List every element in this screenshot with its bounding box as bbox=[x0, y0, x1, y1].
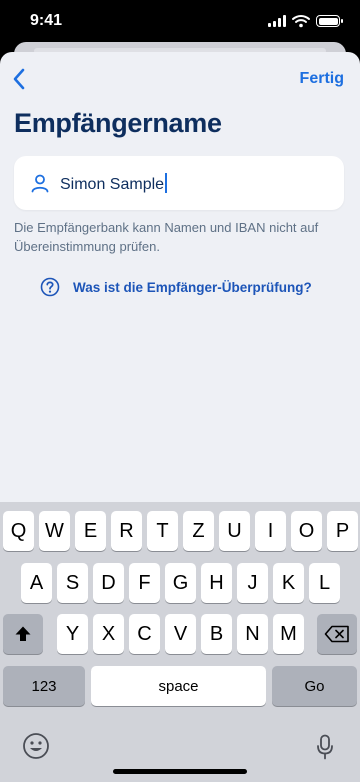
text-cursor bbox=[165, 172, 168, 193]
key-f[interactable]: F bbox=[129, 563, 160, 603]
status-icons bbox=[268, 14, 343, 28]
recipient-name-input[interactable]: Simon Sample bbox=[14, 156, 344, 210]
key-t[interactable]: T bbox=[147, 511, 178, 551]
key-l[interactable]: L bbox=[309, 563, 340, 603]
go-key[interactable]: Go bbox=[272, 666, 357, 706]
key-y[interactable]: Y bbox=[57, 614, 88, 654]
chevron-left-icon bbox=[13, 68, 25, 90]
key-s[interactable]: S bbox=[57, 563, 88, 603]
key-e[interactable]: E bbox=[75, 511, 106, 551]
shift-arrow-icon bbox=[15, 626, 31, 641]
key-b[interactable]: B bbox=[201, 614, 232, 654]
key-v[interactable]: V bbox=[165, 614, 196, 654]
done-button[interactable]: Fertig bbox=[300, 70, 344, 88]
input-value: Simon Sample bbox=[60, 172, 168, 194]
question-circle-icon bbox=[40, 277, 60, 297]
cellular-signal-icon bbox=[268, 15, 286, 27]
key-k[interactable]: K bbox=[273, 563, 304, 603]
back-button[interactable] bbox=[4, 60, 34, 98]
numbers-key[interactable]: 123 bbox=[3, 666, 85, 706]
key-i[interactable]: I bbox=[255, 511, 286, 551]
delete-backward-icon bbox=[324, 625, 349, 643]
key-z[interactable]: Z bbox=[183, 511, 214, 551]
key-h[interactable]: H bbox=[201, 563, 232, 603]
page-title: Empfängername bbox=[14, 108, 222, 138]
microphone-icon[interactable] bbox=[316, 734, 334, 760]
key-n[interactable]: N bbox=[237, 614, 268, 654]
key-q[interactable]: Q bbox=[3, 511, 34, 551]
shift-key[interactable] bbox=[3, 614, 43, 654]
key-d[interactable]: D bbox=[93, 563, 124, 603]
backspace-key[interactable] bbox=[317, 614, 357, 654]
key-p[interactable]: P bbox=[327, 511, 358, 551]
key-m[interactable]: M bbox=[273, 614, 304, 654]
key-c[interactable]: C bbox=[129, 614, 160, 654]
emoji-icon[interactable] bbox=[22, 732, 50, 760]
home-indicator bbox=[113, 769, 247, 774]
key-o[interactable]: O bbox=[291, 511, 322, 551]
wifi-icon bbox=[292, 15, 310, 28]
help-link-label: Was ist die Empfänger-Überprüfung? bbox=[73, 279, 312, 295]
keyboard: Q W E R T Z U I O P A S D F G H J K L Y … bbox=[0, 502, 360, 782]
key-w[interactable]: W bbox=[39, 511, 70, 551]
key-j[interactable]: J bbox=[237, 563, 268, 603]
status-time: 9:41 bbox=[30, 12, 63, 29]
key-x[interactable]: X bbox=[93, 614, 124, 654]
key-r[interactable]: R bbox=[111, 511, 142, 551]
key-g[interactable]: G bbox=[165, 563, 196, 603]
battery-icon bbox=[316, 15, 343, 27]
person-icon bbox=[31, 174, 49, 193]
space-key[interactable]: space bbox=[91, 666, 266, 706]
key-a[interactable]: A bbox=[21, 563, 52, 603]
recipient-verification-help-link[interactable]: Was ist die Empfänger-Überprüfung? bbox=[40, 277, 312, 297]
phone-screen: 9:41 Fertig Empfängername Simon Sample D… bbox=[0, 0, 360, 782]
key-u[interactable]: U bbox=[219, 511, 250, 551]
hint-text: Die Empfängerbank kann Namen und IBAN ni… bbox=[14, 220, 319, 254]
